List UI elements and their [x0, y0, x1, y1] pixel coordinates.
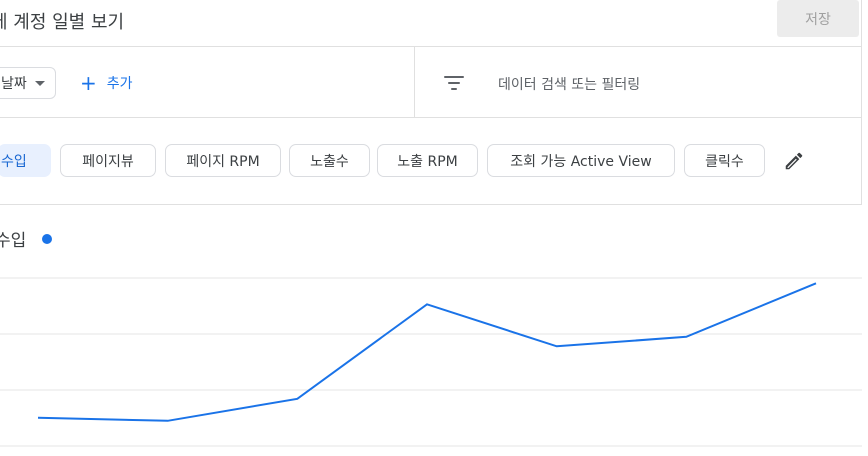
metric-chip-impressions[interactable]: 노출수	[289, 144, 370, 177]
legend-dot	[42, 233, 53, 244]
metric-chip-revenue[interactable]: 수입	[0, 144, 51, 177]
toolbar: 날짜 + 추가 데이터 검색 또는 필터링	[0, 47, 862, 118]
metric-chip-page-rpm[interactable]: 페이지 RPM	[165, 144, 281, 177]
save-button[interactable]: 저장	[777, 0, 859, 37]
toolbar-divider	[414, 47, 415, 117]
header-bar: 체 계정 일별 보기 저장	[0, 0, 862, 47]
chart-title-text: 수입	[0, 231, 27, 251]
filter-search-input[interactable]: 데이터 검색 또는 필터링	[498, 74, 640, 94]
metric-chip-active-view[interactable]: 조회 가능 Active View	[487, 144, 675, 177]
chart-title: 수입	[0, 226, 53, 251]
add-label: 추가	[106, 76, 133, 92]
pencil-icon[interactable]	[783, 150, 805, 172]
date-dimension-label: 날짜	[1, 76, 27, 92]
add-button[interactable]: + 추가	[80, 73, 133, 93]
metric-chip-clicks[interactable]: 클릭수	[684, 144, 765, 177]
plus-icon: +	[80, 71, 97, 95]
metric-chip-pageviews[interactable]: 페이지뷰	[60, 144, 156, 177]
date-dimension-select[interactable]: 날짜	[0, 67, 56, 99]
metric-chip-impression-rpm[interactable]: 노출 RPM	[377, 144, 478, 177]
metric-chip-bar: 수입 페이지뷰 페이지 RPM 노출수 노출 RPM 조회 가능 Active …	[0, 118, 862, 205]
series-line-revenue	[37, 282, 817, 422]
page-title: 체 계정 일별 보기	[0, 12, 125, 33]
dropdown-arrow-icon	[34, 80, 45, 86]
revenue-line-chart	[0, 277, 862, 447]
filter-icon[interactable]	[444, 76, 464, 90]
